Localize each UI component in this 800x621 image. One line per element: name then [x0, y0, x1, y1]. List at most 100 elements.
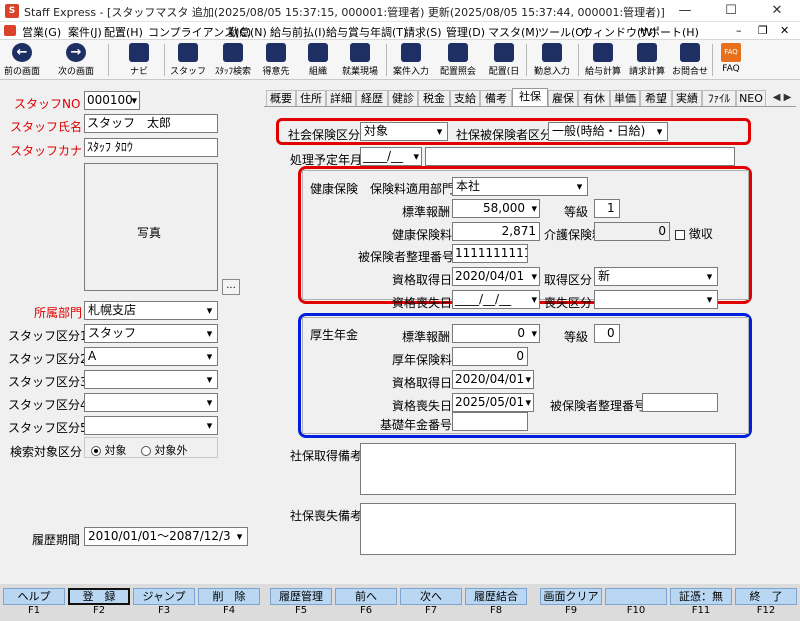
class3-select[interactable]: ▾	[84, 370, 218, 389]
tab-payment[interactable]: 支給	[450, 90, 480, 106]
loss-note-field[interactable]	[360, 503, 736, 555]
voucher-button[interactable]: 証憑：無	[670, 588, 732, 605]
case-input-button[interactable]: 案件入力	[390, 42, 432, 78]
tab-scroll-arrows[interactable]: ◀ ▶	[768, 91, 796, 105]
tab-overview[interactable]: 概要	[266, 90, 296, 106]
health-loss-date-field[interactable]: ____/__/__	[452, 290, 540, 309]
insurance-category-select[interactable]: 対象 ▾	[360, 122, 448, 141]
tab-notes[interactable]: 備考	[480, 90, 512, 106]
tab-results[interactable]: 実績	[672, 90, 702, 106]
mdi-close-icon[interactable]: ✕	[780, 24, 789, 37]
health-std-select[interactable]: 58,000	[452, 199, 540, 218]
search-target-yes[interactable]: 対象	[91, 442, 127, 458]
dept-select[interactable]: 札幌支店 ▾	[84, 301, 218, 320]
photo-browse-button[interactable]: ...	[222, 279, 240, 295]
menu-payroll[interactable]: 給与賞与年調(T)	[326, 24, 407, 40]
f10-button[interactable]	[605, 588, 667, 605]
client-button[interactable]: 得意先	[258, 42, 294, 78]
pension-acq-date-field[interactable]: 2020/04/01	[452, 370, 534, 389]
class4-select[interactable]: ▾	[84, 393, 218, 412]
clear-screen-button[interactable]: 画面クリア	[540, 588, 602, 605]
care-premium-field[interactable]: 0	[594, 222, 670, 241]
menu-support[interactable]: サポート(H)	[638, 24, 699, 40]
tab-career[interactable]: 経歴	[356, 90, 388, 106]
health-acq-type-select[interactable]: 新 ▾	[594, 267, 718, 286]
close-icon[interactable]: ✕	[754, 0, 800, 22]
pension-premium-field[interactable]: 0	[452, 347, 528, 366]
mdi-minimize-icon[interactable]: –	[736, 24, 742, 37]
menu-case[interactable]: 案件(J)	[68, 24, 102, 40]
class2-select[interactable]: A ▾	[84, 347, 218, 366]
menu-placement[interactable]: 配置(H)	[104, 24, 143, 40]
tab-file[interactable]: ﾌｧｲﾙ	[702, 90, 736, 106]
register-button[interactable]: 登 録	[68, 588, 130, 605]
photo-frame[interactable]: 写真	[84, 163, 218, 291]
help-button[interactable]: ヘルプ	[3, 588, 65, 605]
acq-note-field[interactable]	[360, 443, 736, 495]
jump-button[interactable]: ジャンプ	[133, 588, 195, 605]
staff-no-select[interactable]: 000100	[84, 91, 140, 110]
tab-wish[interactable]: 希望	[640, 90, 672, 106]
minimize-icon[interactable]: —	[662, 0, 708, 22]
menu-admin[interactable]: 管理(D)	[446, 24, 485, 40]
class5-select[interactable]: ▾	[84, 416, 218, 435]
tab-tax[interactable]: 税金	[418, 90, 450, 106]
health-loss-type-select[interactable]: ▾	[594, 290, 718, 309]
faq-button[interactable]: FAQ FAQ	[716, 42, 746, 78]
next-button[interactable]: 次へ	[400, 588, 462, 605]
staff-search-button[interactable]: ｽﾀｯﾌ検索	[210, 42, 256, 78]
health-dept-select[interactable]: 本社 ▾	[452, 177, 588, 196]
prev-screen-button[interactable]: ← 前の画面	[4, 42, 40, 78]
tab-social-insurance[interactable]: 社保	[512, 88, 548, 107]
history-manage-button[interactable]: 履歴管理	[270, 588, 332, 605]
tab-health-check[interactable]: 健診	[388, 90, 418, 106]
staff-button[interactable]: スタッフ	[170, 42, 206, 78]
health-number-field[interactable]: 1111111111	[452, 244, 528, 263]
health-premium-field[interactable]: 2,871	[452, 222, 540, 241]
insured-category-select[interactable]: 一般(時給・日給) ▾	[548, 122, 668, 141]
menu-attendance[interactable]: 勤怠(N)	[228, 24, 267, 40]
navi-button[interactable]: ナビ	[122, 42, 156, 78]
health-acq-date-field[interactable]: 2020/04/01	[452, 267, 540, 286]
tab-neo[interactable]: NEO	[736, 90, 766, 106]
org-button[interactable]: 組織	[300, 42, 336, 78]
prev-button[interactable]: 前へ	[335, 588, 397, 605]
pension-grade-field[interactable]: 0	[594, 324, 620, 343]
tab-detail[interactable]: 詳細	[326, 90, 356, 106]
tab-employment-insurance[interactable]: 雇保	[548, 90, 578, 106]
search-target-no[interactable]: 対象外	[141, 442, 188, 458]
maximize-icon[interactable]: ☐	[708, 0, 754, 22]
menu-prepay[interactable]: 給与前払(I)	[270, 24, 326, 40]
mdi-restore-icon[interactable]: ❐	[758, 24, 768, 37]
placement-inquiry-button[interactable]: 配置照会	[436, 42, 480, 78]
attendance-input-button[interactable]: 勤怠入力	[530, 42, 574, 78]
tab-paid-leave[interactable]: 有休	[578, 90, 610, 106]
pension-std-select[interactable]: 0	[452, 324, 540, 343]
billing-calc-button[interactable]: 請求計算	[626, 42, 668, 78]
history-merge-button[interactable]: 履歴結合	[465, 588, 527, 605]
menu-billing[interactable]: 請求(S)	[404, 24, 442, 40]
staff-name-field[interactable]: スタッフ 太郎	[84, 114, 218, 133]
pension-loss-date-field[interactable]: 2025/05/01	[452, 393, 534, 412]
menu-sales[interactable]: 営業(G)	[22, 24, 61, 40]
menu-tools[interactable]: ツール(O)	[538, 24, 588, 40]
menu-master[interactable]: マスタ(M)	[488, 24, 539, 40]
delete-button[interactable]: 削 除	[198, 588, 260, 605]
planned-month-field[interactable]: ____/__	[360, 147, 422, 166]
next-screen-button[interactable]: → 次の画面	[56, 42, 96, 78]
staff-kana-field[interactable]: ｽﾀｯﾌ ﾀﾛｳ	[84, 138, 218, 157]
history-period-select[interactable]: 2010/01/01～2087/12/31 ▾	[84, 527, 248, 546]
placement-day-button[interactable]: 配置(日	[484, 42, 524, 78]
tab-address[interactable]: 住所	[296, 90, 326, 106]
exempt-checkbox[interactable]: 徴収	[675, 225, 713, 242]
planned-month-extra-field[interactable]	[425, 147, 735, 166]
work-site-button[interactable]: 就業現場	[338, 42, 382, 78]
health-grade-field[interactable]: 1	[594, 199, 620, 218]
class1-select[interactable]: スタッフ ▾	[84, 324, 218, 343]
pension-number-field[interactable]	[642, 393, 718, 412]
contact-button[interactable]: お問合せ	[670, 42, 710, 78]
basic-pension-field[interactable]	[452, 412, 528, 431]
exit-button[interactable]: 終 了	[735, 588, 797, 605]
payroll-calc-button[interactable]: 給与計算	[582, 42, 624, 78]
tab-unit-price[interactable]: 単価	[610, 90, 640, 106]
